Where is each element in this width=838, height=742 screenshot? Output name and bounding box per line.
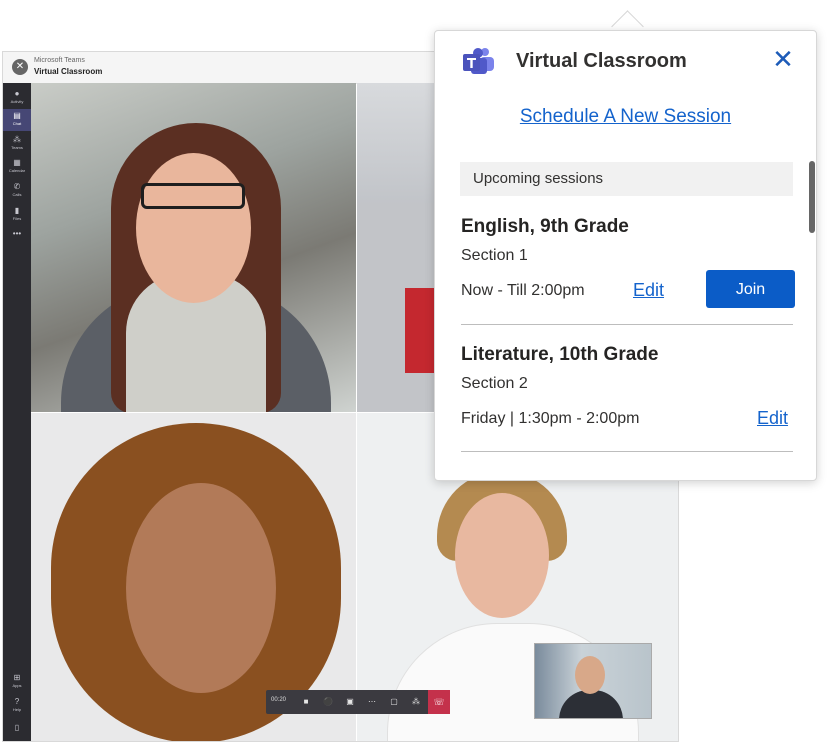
popup-title: Virtual Classroom (516, 50, 687, 72)
rail-item-apps[interactable]: ⊞ Apps (3, 671, 31, 693)
rail-item-chat[interactable]: ▤ Chat (3, 109, 31, 131)
glasses-shape (141, 183, 245, 209)
window-title: Virtual Classroom (34, 67, 103, 76)
rail-item-device[interactable]: ▯ (3, 721, 31, 741)
self-view-face (575, 656, 605, 694)
phone-device-icon: ▯ (14, 723, 20, 732)
rail-item-files[interactable]: ▮ Files (3, 204, 31, 226)
virtual-classroom-popup: Virtual Classroom ✕ Schedule A New Sessi… (434, 30, 817, 481)
apps-icon: ⊞ (13, 673, 21, 682)
schedule-new-session-link[interactable]: Schedule A New Session (435, 106, 816, 128)
calendar-icon: ▦ (13, 158, 21, 167)
rail-item-calls[interactable]: ✆ Calls (3, 180, 31, 202)
rail-item-activity[interactable]: ● Activity (3, 87, 31, 109)
session-section: Section 1 (461, 247, 528, 264)
more-options-icon[interactable]: ⋯ (366, 696, 378, 708)
rail-label: Chat (12, 121, 22, 126)
rail-item-teams[interactable]: ⁂ Teams (3, 133, 31, 155)
close-icon[interactable]: ✕ (771, 46, 795, 72)
session-title: English, 9th Grade (461, 216, 629, 237)
hang-up-button[interactable]: ☏ (428, 690, 450, 714)
file-icon: ▮ (14, 206, 20, 215)
camera-icon[interactable]: ■ (300, 696, 312, 708)
rail-item-more[interactable]: ••• (3, 227, 31, 249)
window-close-icon[interactable]: ✕ (12, 59, 28, 75)
help-icon: ? (14, 697, 20, 706)
session-title: Literature, 10th Grade (461, 344, 659, 365)
upcoming-sessions-header: Upcoming sessions (460, 162, 793, 196)
rail-label: Activity (10, 99, 24, 104)
microphone-icon[interactable]: ⚫ (322, 696, 334, 708)
edit-session-link[interactable]: Edit (757, 408, 788, 429)
rail-label: Calendar (8, 168, 26, 173)
rail-label: Files (12, 216, 22, 221)
bell-icon: ● (14, 89, 20, 98)
rail-item-help[interactable]: ? Help (3, 695, 31, 717)
edit-session-link[interactable]: Edit (633, 280, 664, 301)
red-sign-shape (405, 288, 435, 373)
participant-face (126, 483, 276, 693)
session-time: Now - Till 2:00pm (461, 282, 585, 299)
app-name: Microsoft Teams (34, 57, 85, 64)
session-section: Section 2 (461, 375, 528, 392)
session-time: Friday | 1:30pm - 2:00pm (461, 410, 640, 427)
app-rail: ● Activity ▤ Chat ⁂ Teams ▦ Calendar ✆ C… (3, 83, 31, 741)
self-view-shape (559, 690, 623, 718)
join-button[interactable]: Join (706, 270, 795, 308)
chat-icon: ▤ (13, 111, 21, 120)
phone-icon: ✆ (13, 182, 21, 191)
participant-face (136, 153, 251, 303)
more-icon: ••• (12, 229, 22, 238)
session-divider (461, 324, 793, 325)
call-controls-bar: 00:20 ■ ⚫ ▣ ⋯ ▢ ⁂ ☏ (266, 690, 450, 714)
teams-logo-icon (463, 48, 494, 74)
rail-item-calendar[interactable]: ▦ Calendar (3, 156, 31, 178)
video-tile-participant-1 (31, 83, 356, 412)
scrollbar-thumb[interactable] (809, 161, 815, 233)
session-divider (461, 451, 793, 452)
chat-toggle-icon[interactable]: ▢ (388, 696, 400, 708)
teams-icon: ⁂ (13, 135, 21, 144)
participant-face (455, 493, 549, 618)
share-screen-icon[interactable]: ▣ (344, 696, 356, 708)
self-view-video[interactable] (534, 643, 652, 719)
rail-label: Teams (11, 145, 23, 150)
call-timer: 00:20 (271, 697, 287, 703)
rail-label: Help (12, 707, 22, 712)
rail-label: Calls (12, 192, 22, 197)
rail-label: Apps (12, 683, 22, 688)
participants-icon[interactable]: ⁂ (410, 696, 422, 708)
